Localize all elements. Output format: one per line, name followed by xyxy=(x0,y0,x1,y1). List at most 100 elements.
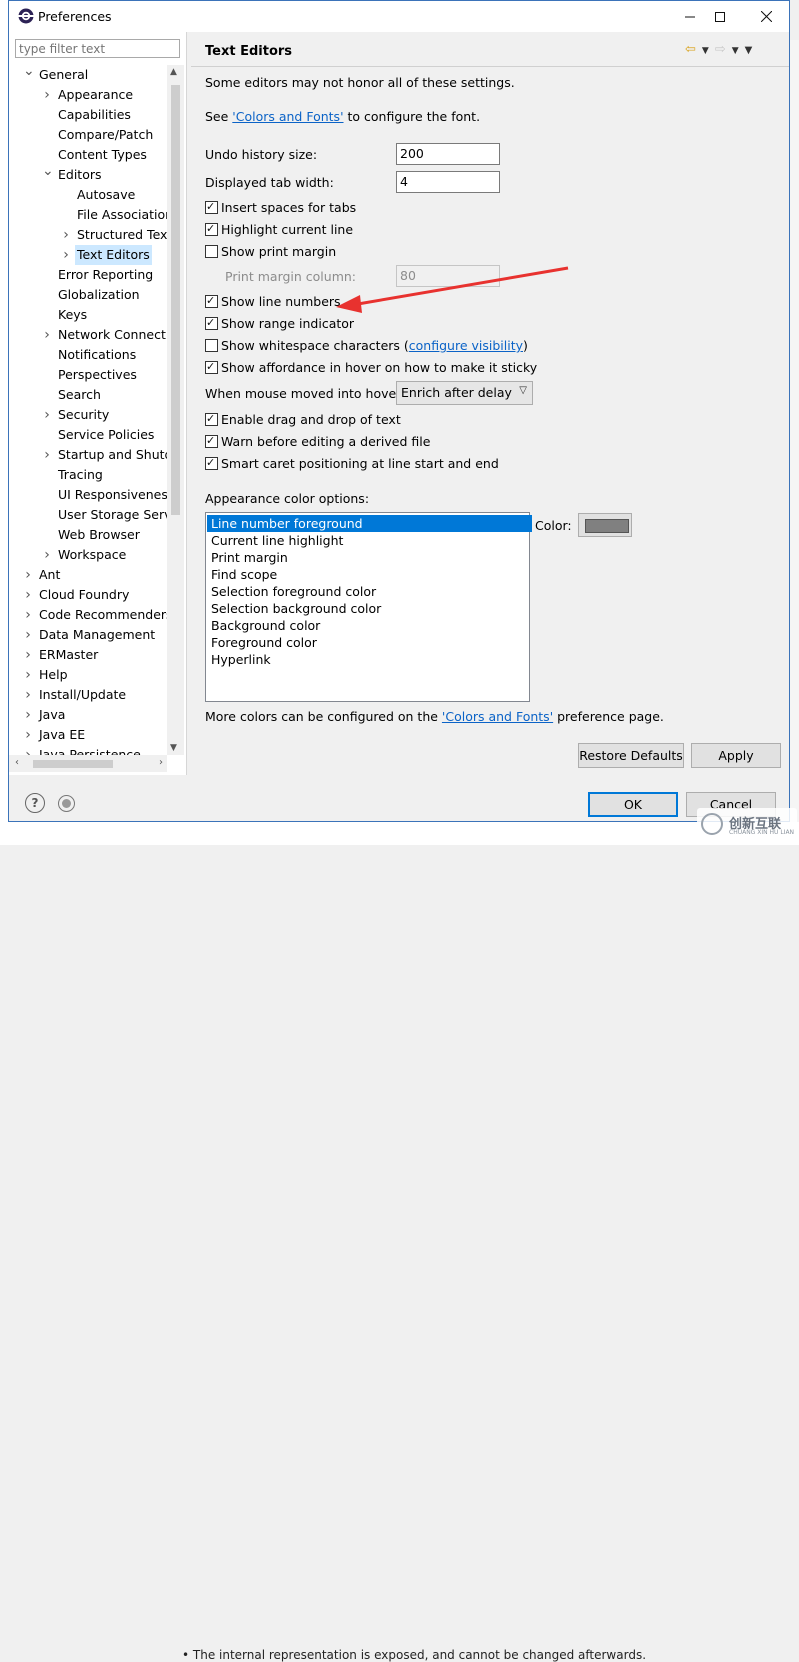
tree-item[interactable]: › ERMaster xyxy=(9,645,167,665)
tree-item[interactable]: › Structured Text xyxy=(9,225,167,245)
chevron-right-icon[interactable]: › xyxy=(23,645,33,665)
tree-item[interactable]: User Storage Service xyxy=(9,505,167,525)
tree-item[interactable]: Error Reporting xyxy=(9,265,167,285)
tree-item[interactable]: › Cloud Foundry xyxy=(9,585,167,605)
configure-visibility-link[interactable]: configure visibility xyxy=(409,338,523,353)
help-icon[interactable]: ? xyxy=(25,793,45,813)
chevron-right-icon[interactable]: › xyxy=(42,85,52,105)
chevron-right-icon[interactable]: › xyxy=(23,685,33,705)
tree-item[interactable]: › Security xyxy=(9,405,167,425)
tree-item[interactable]: Content Types xyxy=(9,145,167,165)
filter-input[interactable] xyxy=(15,39,180,58)
back-arrow-icon[interactable]: ⇦ xyxy=(685,42,696,57)
chevron-right-icon[interactable]: › xyxy=(23,745,33,755)
chevron-down-icon[interactable]: ⌄ xyxy=(23,65,35,78)
close-button[interactable] xyxy=(743,1,789,32)
tree-item[interactable]: Keys xyxy=(9,305,167,325)
checkbox-box[interactable] xyxy=(205,411,218,427)
tree-item[interactable]: › Workspace xyxy=(9,545,167,565)
chevron-right-icon[interactable]: › xyxy=(42,405,52,425)
horizontal-scroll-thumb[interactable] xyxy=(33,760,113,768)
chevron-right-icon[interactable]: › xyxy=(42,445,52,465)
tree-item[interactable]: › Text Editors xyxy=(9,245,167,265)
color-option-item[interactable]: Hyperlink xyxy=(209,651,273,668)
title-bar[interactable]: Preferences xyxy=(9,1,789,32)
tree-item[interactable]: Perspectives xyxy=(9,365,167,385)
tree-horizontal-scrollbar[interactable]: ‹ › xyxy=(9,755,167,772)
color-option-item[interactable]: Find scope xyxy=(209,566,279,583)
chevron-right-icon[interactable]: › xyxy=(23,625,33,645)
tree-item[interactable]: UI Responsiveness xyxy=(9,485,167,505)
undo-history-input[interactable]: 200 xyxy=(396,143,500,165)
chevron-right-icon[interactable]: › xyxy=(42,545,52,565)
tree-item[interactable]: File Associations xyxy=(9,205,167,225)
forward-menu-chevron-down-icon[interactable]: ▼ xyxy=(732,46,739,56)
tree-item[interactable]: › Appearance xyxy=(9,85,167,105)
chevron-right-icon[interactable]: › xyxy=(23,705,33,725)
tree-item[interactable]: Service Policies xyxy=(9,425,167,445)
tab-width-input[interactable]: 4 xyxy=(396,171,500,193)
tree-item[interactable]: › Code Recommenders xyxy=(9,605,167,625)
restore-defaults-button[interactable]: Restore Defaults xyxy=(578,743,684,768)
color-option-item[interactable]: Current line highlight xyxy=(209,532,345,549)
tree-item[interactable]: ⌄ General xyxy=(9,65,167,85)
tree-item[interactable]: › Install/Update xyxy=(9,685,167,705)
color-options-list[interactable]: Line number foreground Current line highl… xyxy=(205,512,532,702)
scroll-right-icon[interactable]: › xyxy=(159,757,163,768)
apply-button[interactable]: Apply xyxy=(691,743,781,768)
color-option-item[interactable]: Selection background color xyxy=(209,600,383,617)
tree-item[interactable]: Web Browser xyxy=(9,525,167,545)
color-picker-button[interactable] xyxy=(578,513,632,537)
tree-item[interactable]: › Data Management xyxy=(9,625,167,645)
tree-item[interactable]: Globalization xyxy=(9,285,167,305)
chevron-right-icon[interactable]: › xyxy=(23,665,33,685)
back-menu-chevron-down-icon[interactable]: ▼ xyxy=(702,46,709,56)
tree-item[interactable]: › Java xyxy=(9,705,167,725)
tree-item[interactable]: ⌄ Editors xyxy=(9,164,167,185)
color-option-item[interactable]: Line number foreground xyxy=(207,515,532,532)
colors-and-fonts-page-link[interactable]: 'Colors and Fonts' xyxy=(442,709,553,724)
checkbox-box[interactable] xyxy=(205,245,218,258)
checkbox-box[interactable] xyxy=(205,433,218,449)
color-option-item[interactable]: Print margin xyxy=(209,549,290,566)
tree-item[interactable]: › Network Connections xyxy=(9,325,167,345)
checkbox-box[interactable] xyxy=(205,339,218,352)
scroll-left-icon[interactable]: ‹ xyxy=(15,757,19,768)
checkbox-box[interactable] xyxy=(205,293,218,309)
checkbox-box[interactable] xyxy=(205,359,218,375)
forward-arrow-icon[interactable]: ⇨ xyxy=(715,42,726,57)
chevron-right-icon[interactable]: › xyxy=(23,605,33,625)
chevron-right-icon[interactable]: › xyxy=(42,325,52,345)
tree-item[interactable]: Autosave xyxy=(9,185,167,205)
checkbox-box[interactable] xyxy=(205,221,218,237)
maximize-button[interactable] xyxy=(697,1,743,32)
tree-item[interactable]: › Help xyxy=(9,665,167,685)
chevron-right-icon[interactable]: › xyxy=(23,585,33,605)
chevron-right-icon[interactable]: › xyxy=(23,725,33,745)
tree-item[interactable]: › Startup and Shutdown xyxy=(9,445,167,465)
tree-item[interactable]: Compare/Patch xyxy=(9,125,167,145)
colors-and-fonts-link[interactable]: 'Colors and Fonts' xyxy=(232,109,343,124)
ok-button[interactable]: OK xyxy=(588,792,678,817)
chevron-right-icon[interactable]: › xyxy=(61,225,71,245)
record-macro-icon[interactable] xyxy=(58,795,75,812)
checkbox-box[interactable] xyxy=(205,315,218,331)
scroll-up-icon[interactable]: ▲ xyxy=(170,67,177,77)
chevron-right-icon[interactable]: › xyxy=(23,565,33,585)
color-option-item[interactable]: Foreground color xyxy=(209,634,319,651)
tree-item[interactable]: › Java Persistence xyxy=(9,745,167,755)
tree-item[interactable]: › Java EE xyxy=(9,725,167,745)
tree-item[interactable]: › Ant xyxy=(9,565,167,585)
scroll-down-icon[interactable]: ▼ xyxy=(170,743,177,753)
view-menu-icon[interactable]: ▼ xyxy=(745,45,753,56)
checkbox-box[interactable] xyxy=(205,199,218,215)
chevron-right-icon[interactable]: › xyxy=(61,245,71,265)
tree-vertical-scrollbar[interactable]: ▲ ▼ xyxy=(167,65,184,755)
color-option-item[interactable]: Selection foreground color xyxy=(209,583,378,600)
checkbox-box[interactable] xyxy=(205,455,218,471)
tree-item[interactable]: Tracing xyxy=(9,465,167,485)
color-option-item[interactable]: Background color xyxy=(209,617,322,634)
hover-behavior-select[interactable]: Enrich after delay ▽ xyxy=(396,381,533,405)
vertical-scroll-thumb[interactable] xyxy=(171,85,180,515)
chevron-down-icon[interactable]: ⌄ xyxy=(42,164,54,178)
